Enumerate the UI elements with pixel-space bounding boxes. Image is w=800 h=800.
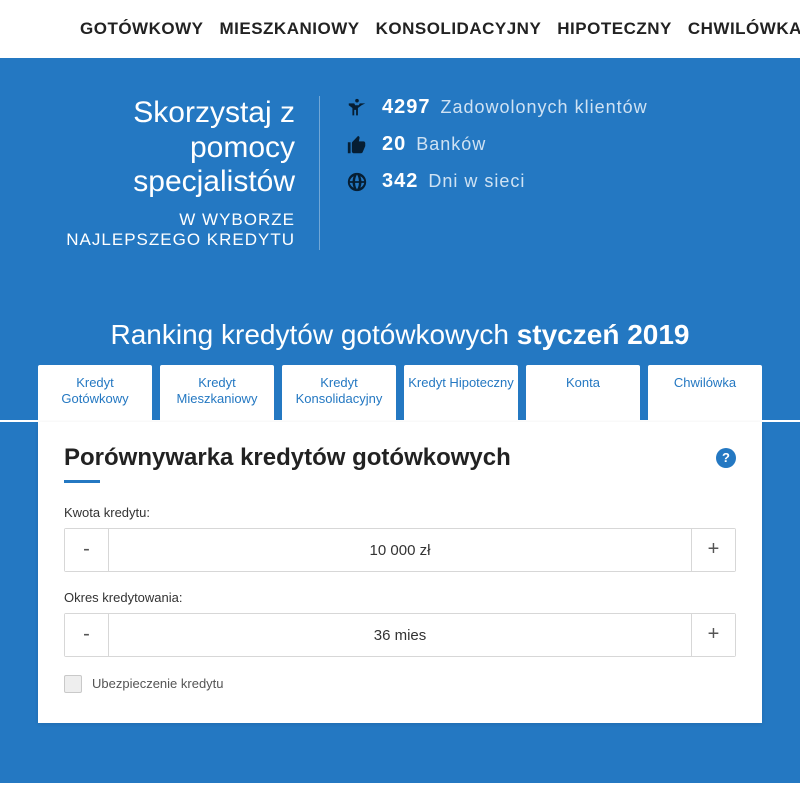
stat-banks: 20 Banków xyxy=(346,133,648,156)
hero: Skorzystaj z pomocy specjalistów W WYBOR… xyxy=(0,58,800,313)
period-stepper: - 36 mies + xyxy=(64,613,736,657)
ranking-date: styczeń 2019 xyxy=(517,319,690,350)
amount-label: Kwota kredytu: xyxy=(64,505,736,520)
stat-banks-label: Banków xyxy=(416,134,486,155)
stat-days: 342 Dni w sieci xyxy=(346,170,648,193)
hero-subtitle: W WYBORZE NAJLEPSZEGO KREDYTU xyxy=(0,210,295,250)
tab-chwilowka[interactable]: Chwilówka xyxy=(648,365,762,420)
stat-clients-value: 4297 xyxy=(382,96,431,119)
nav-gotowkowy[interactable]: GOTÓWKOWY xyxy=(80,19,203,39)
comparator-panel: Porównywarka kredytów gotówkowych ? Kwot… xyxy=(38,422,762,723)
stat-days-value: 342 xyxy=(382,170,418,193)
hero-stats: 4297 Zadowolonych klientów 20 Banków 342… xyxy=(320,96,648,250)
title-underline xyxy=(64,480,100,483)
amount-value[interactable]: 10 000 zł xyxy=(109,529,691,571)
ranking-prefix: Ranking kredytów gotówkowych xyxy=(111,319,517,350)
checkbox-box-icon xyxy=(64,675,82,693)
stat-days-label: Dni w sieci xyxy=(428,171,525,192)
stat-clients-label: Zadowolonych klientów xyxy=(441,97,648,118)
amount-stepper: - 10 000 zł + xyxy=(64,528,736,572)
insurance-label: Ubezpieczenie kredytu xyxy=(92,676,224,691)
nav-konsolidacyjny[interactable]: KONSOLIDACYJNY xyxy=(376,19,542,39)
nav-hipoteczny[interactable]: HIPOTECZNY xyxy=(557,19,672,39)
nav-mieszkaniowy[interactable]: MIESZKANIOWY xyxy=(219,19,359,39)
tabs: Kredyt Gotówkowy Kredyt Mieszkaniowy Kre… xyxy=(38,365,762,420)
amount-plus-button[interactable]: + xyxy=(691,529,735,571)
hero-left: Skorzystaj z pomocy specjalistów W WYBOR… xyxy=(0,96,320,250)
nav-chwilowka[interactable]: CHWILÓWKA xyxy=(688,19,800,39)
help-button[interactable]: ? xyxy=(716,448,736,468)
tab-mieszkaniowy[interactable]: Kredyt Mieszkaniowy xyxy=(160,365,274,420)
person-icon xyxy=(346,97,368,119)
stat-banks-value: 20 xyxy=(382,133,406,156)
period-label: Okres kredytowania: xyxy=(64,590,736,605)
ranking-title: Ranking kredytów gotówkowych styczeń 201… xyxy=(0,313,800,365)
amount-minus-button[interactable]: - xyxy=(65,529,109,571)
period-plus-button[interactable]: + xyxy=(691,614,735,656)
tab-konsolidacyjny[interactable]: Kredyt Konsolidacyjny xyxy=(282,365,396,420)
thumbs-up-icon xyxy=(346,134,368,156)
period-value[interactable]: 36 mies xyxy=(109,614,691,656)
hero-title: Skorzystaj z pomocy specjalistów xyxy=(0,96,295,200)
tab-konta[interactable]: Konta xyxy=(526,365,640,420)
stat-clients: 4297 Zadowolonych klientów xyxy=(346,96,648,119)
panel-wrap: Porównywarka kredytów gotówkowych ? Kwot… xyxy=(0,422,800,783)
panel-title: Porównywarka kredytów gotówkowych xyxy=(64,444,511,472)
period-minus-button[interactable]: - xyxy=(65,614,109,656)
globe-icon xyxy=(346,171,368,193)
tabs-area: Kredyt Gotówkowy Kredyt Mieszkaniowy Kre… xyxy=(0,365,800,420)
tab-gotowkowy[interactable]: Kredyt Gotówkowy xyxy=(38,365,152,420)
top-nav: GOTÓWKOWY MIESZKANIOWY KONSOLIDACYJNY HI… xyxy=(0,0,800,58)
tab-hipoteczny[interactable]: Kredyt Hipoteczny xyxy=(404,365,518,420)
insurance-checkbox[interactable]: Ubezpieczenie kredytu xyxy=(64,675,736,693)
